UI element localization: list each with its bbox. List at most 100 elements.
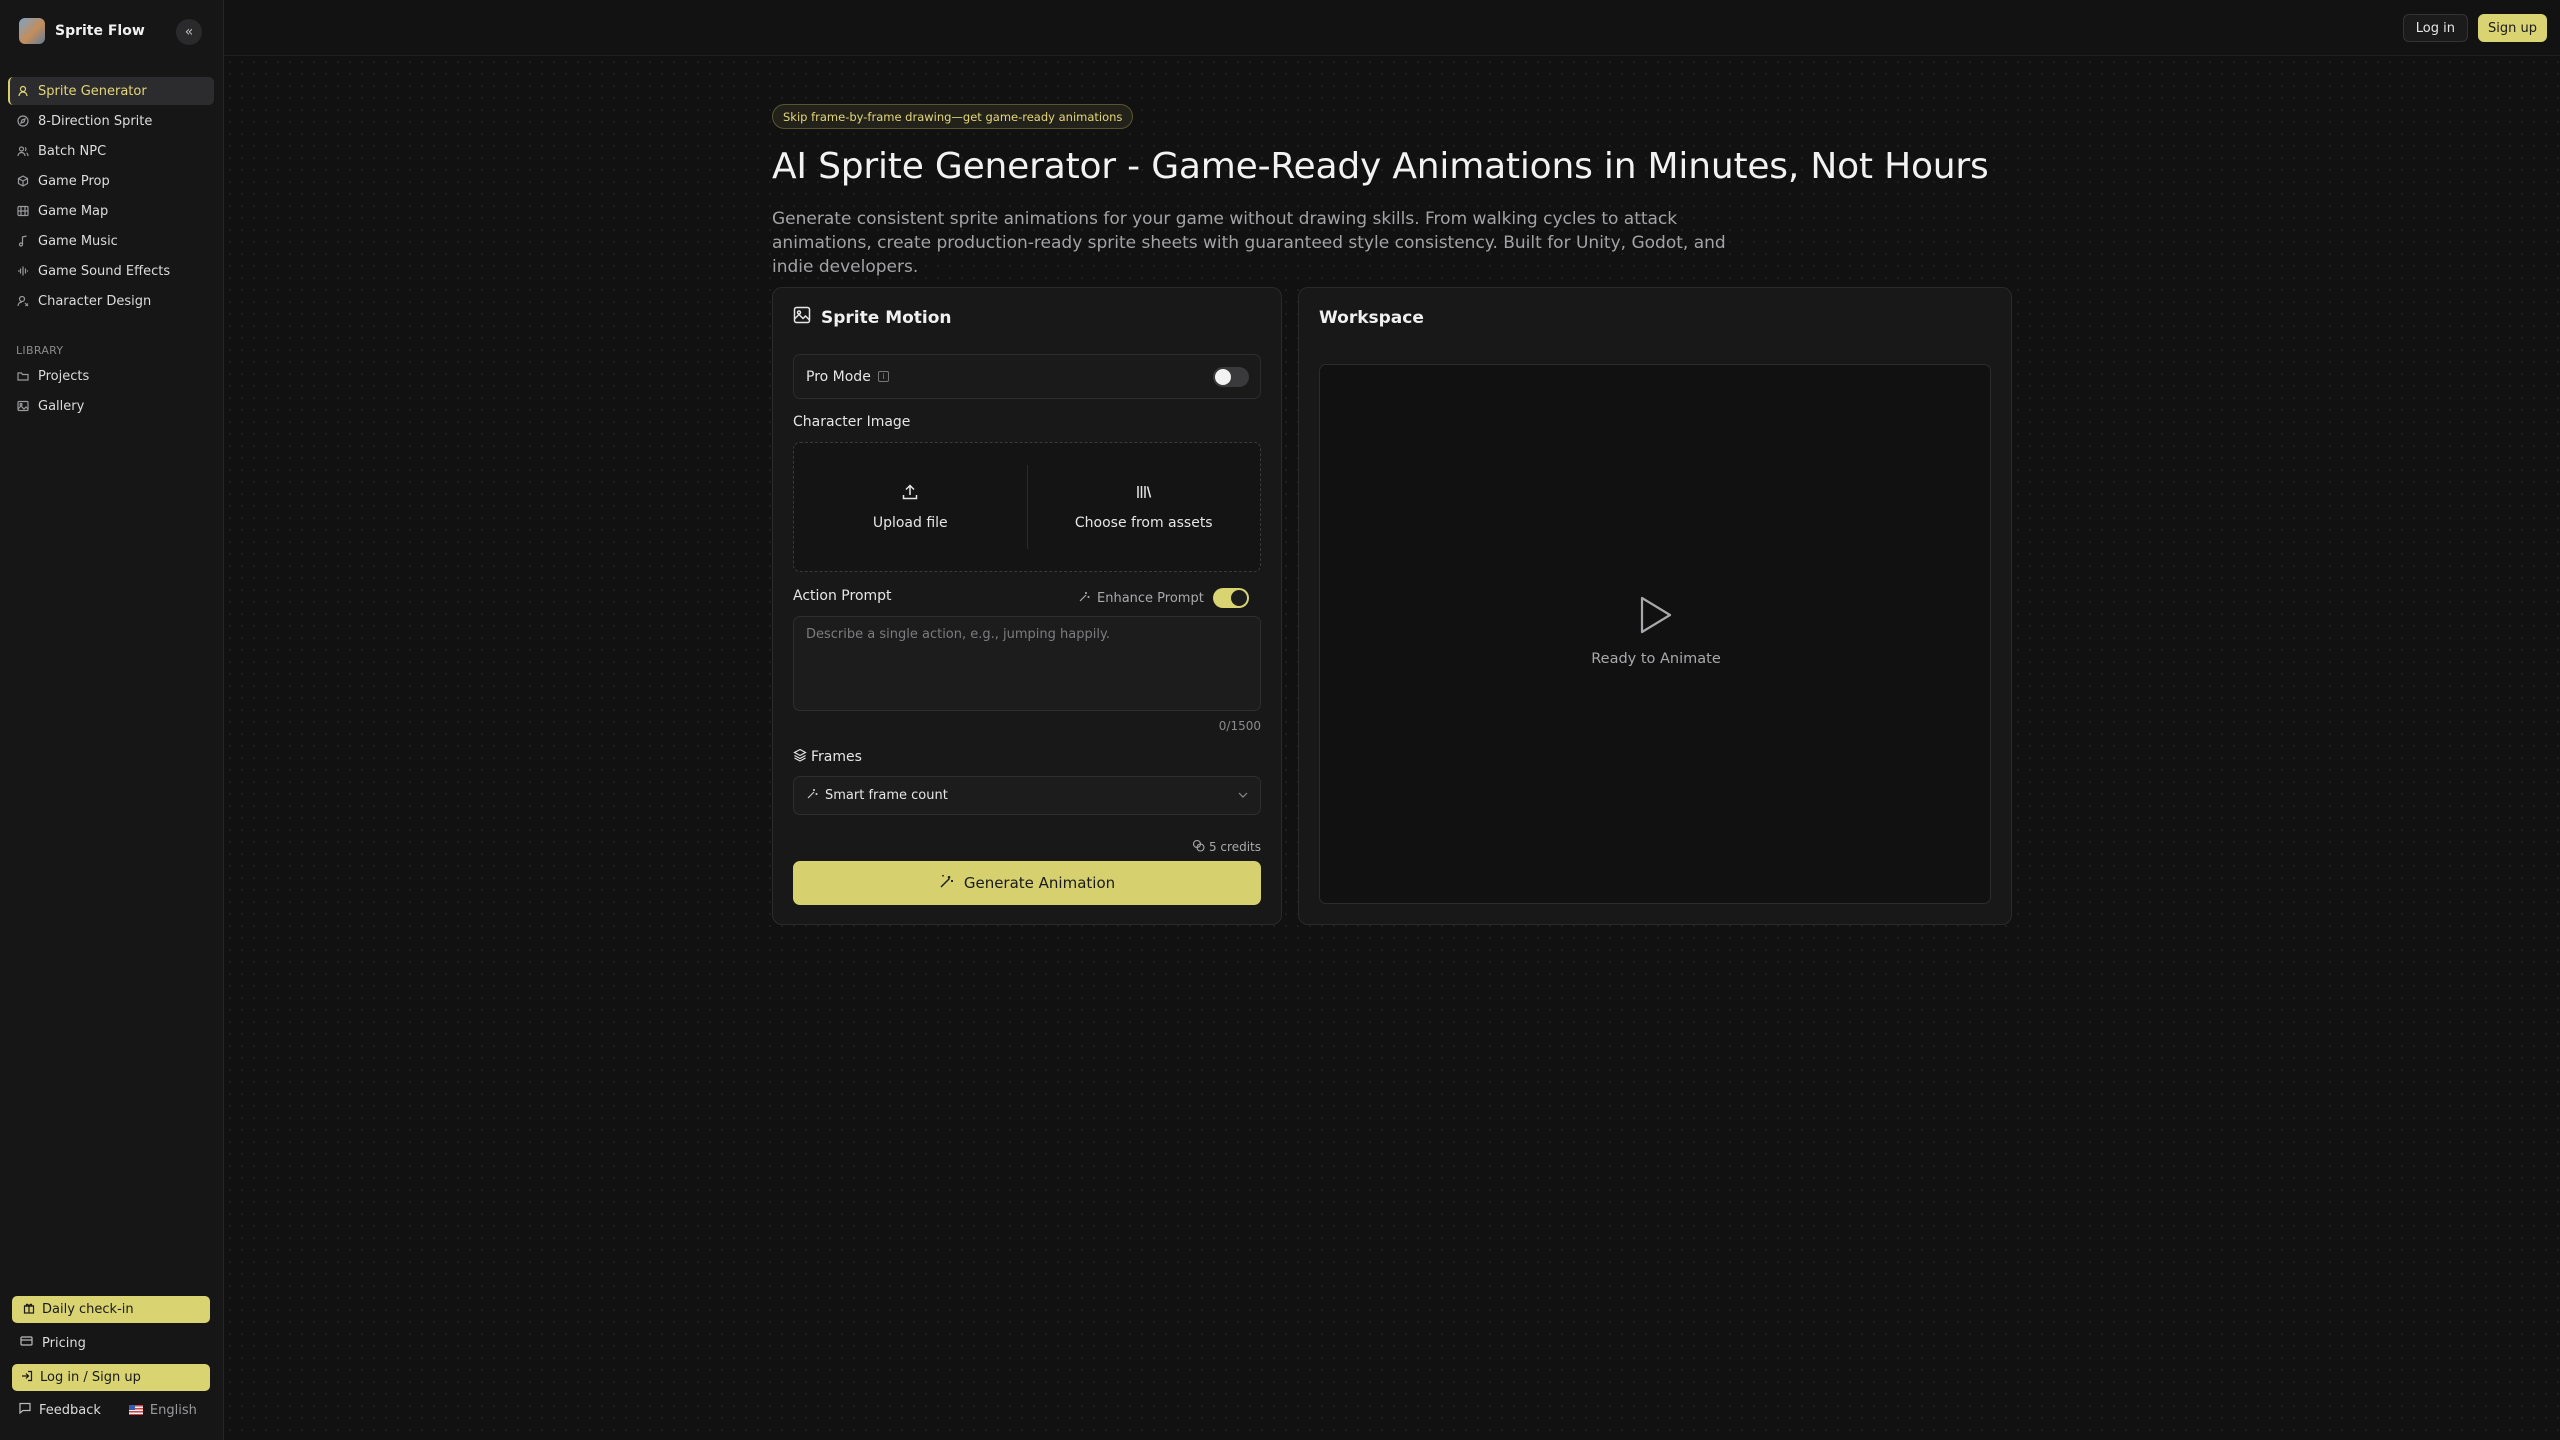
toggle-knob — [1230, 590, 1247, 606]
pricing-link[interactable]: Pricing — [12, 1330, 210, 1356]
choose-from-assets-label: Choose from assets — [1074, 515, 1213, 531]
sidebar-item-game-prop[interactable]: Game Prop — [8, 167, 214, 195]
workspace-title: Workspace — [1319, 308, 1424, 328]
daily-checkin-button[interactable]: Daily check-in — [12, 1296, 210, 1323]
frames-select[interactable]: Smart frame count — [793, 776, 1261, 815]
sidebar: Sprite Flow « Sprite Generator 8-Directi… — [0, 0, 224, 1440]
credits-cost: 5 credits — [1192, 839, 1261, 855]
sidebar-item-game-map[interactable]: Game Map — [8, 197, 214, 225]
workspace-preview-area: Ready to Animate — [1319, 364, 1991, 904]
sidebar-item-character-design[interactable]: Character Design — [8, 287, 214, 315]
hero-pill-badge: Skip frame-by-frame drawing—get game-rea… — [772, 104, 1134, 129]
sidebar-item-game-sound-effects[interactable]: Game Sound Effects — [8, 257, 214, 285]
sidebar-item-label: Game Music — [38, 233, 118, 249]
sidebar-item-8-direction-sprite[interactable]: 8-Direction Sprite — [8, 107, 214, 135]
library-section-label: LIBRARY — [16, 344, 64, 357]
prop-icon — [17, 175, 29, 187]
sparkle-icon — [1078, 590, 1091, 607]
pro-mode-toggle[interactable] — [1213, 367, 1249, 387]
sprite-motion-panel: Sprite Motion Pro Mode i Character Image… — [772, 287, 1282, 925]
sidebar-nav: Sprite Generator 8-Direction Sprite Batc… — [8, 77, 214, 317]
enhance-prompt-toggle[interactable] — [1212, 588, 1249, 608]
pro-mode-label: Pro Mode — [806, 368, 871, 385]
play-icon — [1639, 595, 1673, 639]
signup-button[interactable]: Sign up — [2478, 14, 2547, 42]
generate-animation-button[interactable]: Generate Animation — [793, 861, 1261, 905]
sidebar-item-label: Batch NPC — [38, 143, 107, 159]
compass-icon — [17, 115, 29, 127]
double-chevron-left-icon: « — [184, 24, 194, 40]
brand[interactable]: Sprite Flow — [19, 18, 145, 44]
sidebar-item-sprite-generator[interactable]: Sprite Generator — [8, 77, 214, 105]
credits-label: 5 credits — [1208, 840, 1261, 854]
sidebar-item-projects[interactable]: Projects — [8, 362, 214, 390]
upload-file-button[interactable]: Upload file — [794, 443, 1027, 571]
sprite-icon — [17, 85, 29, 97]
daily-checkin-label: Daily check-in — [42, 1302, 134, 1317]
workspace-panel: Workspace Ready to Animate — [1298, 287, 2012, 925]
sidebar-item-label: Character Design — [38, 293, 152, 309]
sound-wave-icon — [17, 265, 29, 277]
generate-animation-label: Generate Animation — [963, 874, 1116, 892]
users-icon — [17, 145, 29, 157]
prompt-char-counter: 0/1500 — [1218, 719, 1261, 733]
toggle-knob — [1215, 369, 1231, 385]
image-icon — [793, 306, 811, 329]
pro-mode-row: Pro Mode i — [793, 354, 1261, 399]
enhance-prompt-label: Enhance Prompt — [1097, 590, 1204, 606]
chevron-down-icon — [1238, 790, 1248, 801]
login-button[interactable]: Log in — [2402, 14, 2468, 42]
gift-icon — [23, 1302, 35, 1318]
top-bar: Log in Sign up — [224, 0, 2560, 56]
sidebar-item-label: Game Prop — [38, 173, 110, 189]
layers-icon — [793, 748, 807, 766]
brand-name: Sprite Flow — [55, 23, 145, 39]
sidebar-item-label: Projects — [38, 368, 90, 384]
map-icon — [17, 205, 29, 217]
credit-card-icon — [20, 1335, 33, 1351]
workspace-empty-state: Ready to Animate — [1320, 595, 1992, 667]
sidebar-item-label: Sprite Generator — [38, 83, 147, 99]
character-image-label: Character Image — [793, 414, 911, 430]
action-prompt-label: Action Prompt — [793, 588, 892, 604]
folder-icon — [17, 370, 29, 382]
frames-label-text: Frames — [811, 749, 862, 765]
brand-logo — [19, 18, 45, 44]
action-prompt-input[interactable] — [793, 616, 1261, 711]
login-signup-label: Log in / Sign up — [40, 1370, 141, 1385]
login-icon — [21, 1370, 33, 1386]
sparkle-icon — [806, 787, 819, 804]
library-icon — [1135, 483, 1153, 505]
us-flag-icon — [128, 1405, 143, 1415]
library-nav: Projects Gallery — [8, 362, 214, 422]
page-subtitle: Generate consistent sprite animations fo… — [772, 209, 1726, 277]
image-icon — [17, 400, 29, 412]
enhance-prompt-control: Enhance Prompt — [1078, 588, 1249, 608]
character-image-dropzone: Upload file Choose from assets — [793, 442, 1261, 572]
chat-bubble-icon — [19, 1402, 31, 1418]
frames-label: Frames — [793, 748, 862, 766]
feedback-link[interactable]: Feedback — [19, 1402, 101, 1418]
panel-title-text: Sprite Motion — [821, 307, 952, 328]
sidebar-item-gallery[interactable]: Gallery — [8, 392, 214, 420]
sidebar-item-label: Game Sound Effects — [38, 263, 171, 279]
magic-wand-icon — [939, 873, 955, 893]
sidebar-login-signup-button[interactable]: Log in / Sign up — [12, 1364, 210, 1391]
sidebar-item-game-music[interactable]: Game Music — [8, 227, 214, 255]
pricing-label: Pricing — [42, 1335, 86, 1351]
info-icon[interactable]: i — [877, 371, 889, 382]
upload-icon — [901, 483, 919, 505]
music-note-icon — [17, 235, 29, 247]
coins-icon — [1192, 839, 1205, 855]
panel-title: Sprite Motion — [793, 306, 952, 329]
language-label: English — [149, 1402, 197, 1418]
sidebar-item-label: 8-Direction Sprite — [38, 113, 153, 129]
sidebar-item-batch-npc[interactable]: Batch NPC — [8, 137, 214, 165]
collapse-sidebar-button[interactable]: « — [176, 19, 202, 45]
upload-file-label: Upload file — [872, 515, 948, 531]
frames-select-value: Smart frame count — [825, 788, 948, 803]
choose-from-assets-button[interactable]: Choose from assets — [1028, 443, 1261, 571]
sidebar-item-label: Game Map — [38, 203, 109, 219]
language-selector[interactable]: English — [128, 1402, 197, 1418]
workspace-status: Ready to Animate — [1591, 651, 1721, 667]
